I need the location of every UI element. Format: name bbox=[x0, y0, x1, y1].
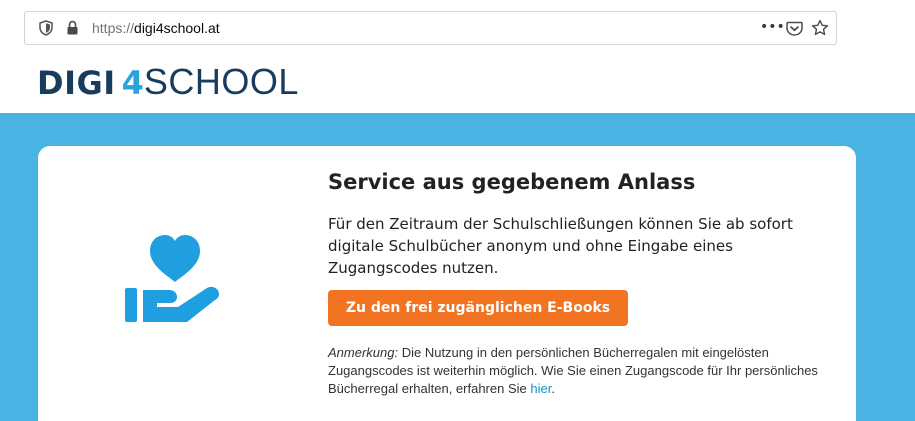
logo-text-school: SCHOOL bbox=[143, 61, 299, 102]
star-icon[interactable] bbox=[811, 19, 829, 37]
service-card: Service aus gegebenem Anlass Für den Zei… bbox=[38, 146, 856, 421]
note-end: . bbox=[551, 381, 555, 396]
url-text[interactable]: https://digi4school.at bbox=[92, 19, 220, 37]
shield-icon[interactable] bbox=[39, 20, 53, 36]
card-note: Anmerkung: Die Nutzung in den persönlich… bbox=[328, 344, 828, 398]
logo-text-4: 4 bbox=[121, 64, 144, 102]
note-link-hier[interactable]: hier bbox=[530, 381, 551, 396]
note-text: Die Nutzung in den persönlichen Bücherre… bbox=[328, 345, 818, 396]
heart-hand-icon bbox=[125, 235, 219, 322]
card-description: Für den Zeitraum der Schulschließungen k… bbox=[328, 215, 793, 277]
address-bar[interactable]: https://digi4school.at ••• bbox=[24, 11, 837, 45]
logo-text-digi: DIGI bbox=[37, 64, 116, 102]
more-actions-icon[interactable]: ••• bbox=[760, 18, 785, 36]
note-label: Anmerkung: bbox=[328, 345, 399, 360]
site-logo[interactable]: DIGI 4SCHOOL bbox=[37, 64, 299, 107]
lock-icon[interactable] bbox=[66, 20, 79, 36]
free-ebooks-button[interactable]: Zu den frei zugänglichen E-Books bbox=[328, 290, 628, 326]
card-title: Service aus gegebenem Anlass bbox=[328, 170, 696, 194]
url-host: digi4school.at bbox=[134, 20, 220, 36]
pocket-icon[interactable] bbox=[786, 20, 803, 37]
url-scheme: https:// bbox=[92, 20, 135, 36]
